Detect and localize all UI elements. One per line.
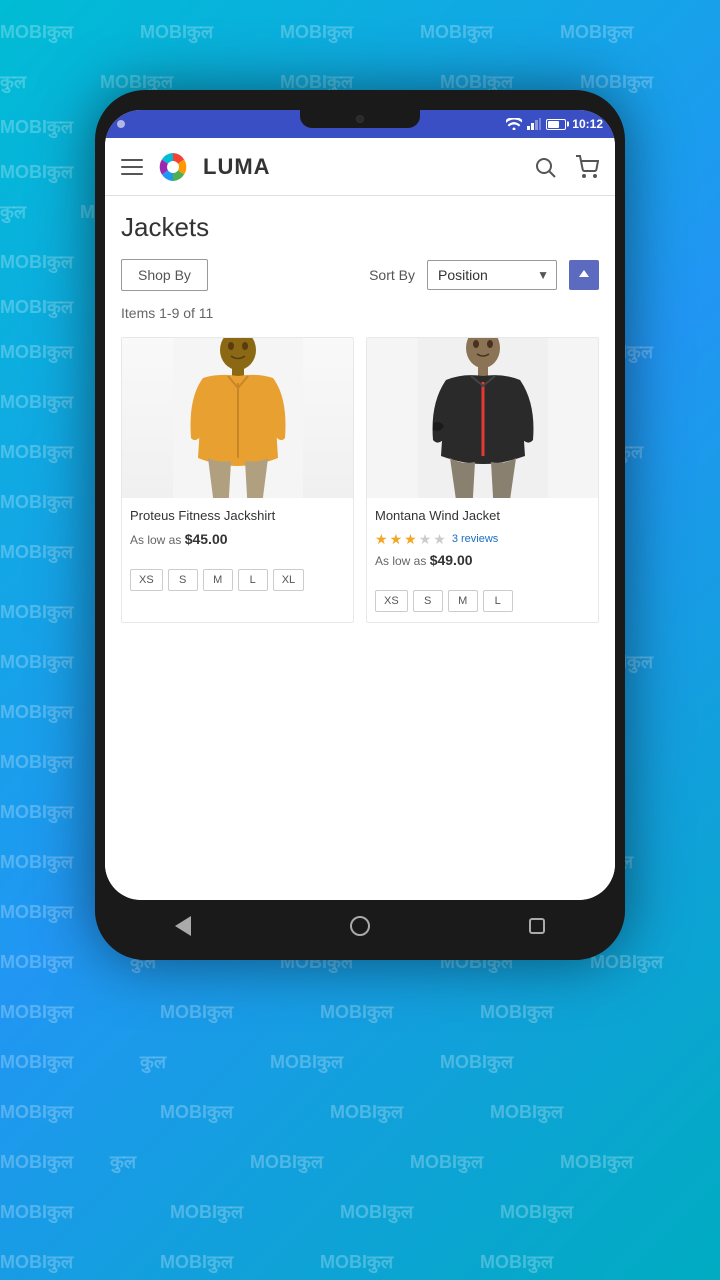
product-card-2[interactable]: Montana Wind Jacket ★ ★ ★ ★ ★ 3 reviews … xyxy=(366,337,599,623)
product-card-1[interactable]: Proteus Fitness Jackshirt As low as $45.… xyxy=(121,337,354,623)
product-image-2 xyxy=(367,338,598,498)
phone-screen: 10:12 xyxy=(105,110,615,900)
phone-nav-bar xyxy=(95,900,625,960)
nav-recents-button[interactable] xyxy=(517,911,557,941)
star-2: ★ xyxy=(390,531,403,548)
sort-select[interactable]: Position Product Name Price xyxy=(427,260,557,290)
price-value-1: $45.00 xyxy=(185,531,228,547)
shop-by-button[interactable]: Shop By xyxy=(121,259,208,291)
product-image-1 xyxy=(122,338,353,498)
product-name-2: Montana Wind Jacket xyxy=(375,508,590,525)
star-5: ★ xyxy=(433,531,446,548)
phone-notch xyxy=(300,110,420,128)
star-3: ★ xyxy=(404,531,417,548)
sort-direction-button[interactable] xyxy=(569,260,599,290)
wifi-icon xyxy=(506,118,522,130)
product-silhouette-2 xyxy=(418,338,548,498)
sort-asc-icon xyxy=(576,267,592,283)
product-name-1: Proteus Fitness Jackshirt xyxy=(130,508,345,525)
camera xyxy=(356,115,364,123)
phone-frame: 10:12 xyxy=(95,90,625,960)
size-xl-1[interactable]: XL xyxy=(273,569,304,591)
rating-stars: ★ ★ ★ ★ ★ 3 reviews xyxy=(375,531,590,548)
price-prefix-1: As low as xyxy=(130,533,181,547)
status-time: 10:12 xyxy=(572,117,603,131)
cart-icon[interactable] xyxy=(575,155,599,179)
status-indicator xyxy=(117,120,125,128)
items-count: Items 1-9 of 11 xyxy=(121,305,599,321)
size-m-2[interactable]: M xyxy=(448,590,478,612)
content-area: Jackets Shop By Sort By Position Product… xyxy=(105,196,615,900)
size-s-1[interactable]: S xyxy=(168,569,198,591)
sort-by-label: Sort By xyxy=(369,267,415,283)
product-price-1: As low as $45.00 xyxy=(130,531,345,547)
product-info-1: Proteus Fitness Jackshirt As low as $45.… xyxy=(122,498,353,561)
size-l-1[interactable]: L xyxy=(238,569,268,591)
filter-sort-row: Shop By Sort By Position Product Name Pr… xyxy=(121,259,599,291)
size-options-2: XS S M L xyxy=(367,590,598,622)
star-1: ★ xyxy=(375,531,388,548)
price-value-2: $49.00 xyxy=(430,552,473,568)
size-m-1[interactable]: M xyxy=(203,569,233,591)
price-prefix-2: As low as xyxy=(375,554,426,568)
sort-select-wrapper: Position Product Name Price ▼ xyxy=(427,260,557,290)
battery-icon xyxy=(546,119,566,130)
size-s-2[interactable]: S xyxy=(413,590,443,612)
product-price-2: As low as $49.00 xyxy=(375,552,590,568)
header-left: LUMA xyxy=(121,149,271,185)
review-count[interactable]: 3 reviews xyxy=(452,533,498,545)
header-right xyxy=(533,155,599,179)
signal-icon xyxy=(527,118,541,130)
search-icon[interactable] xyxy=(533,155,557,179)
product-silhouette-1 xyxy=(173,338,303,498)
nav-home-button[interactable] xyxy=(340,911,380,941)
product-grid: Proteus Fitness Jackshirt As low as $45.… xyxy=(121,337,599,623)
luma-logo xyxy=(155,149,191,185)
size-options-1: XS S M L XL xyxy=(122,569,353,601)
size-l-2[interactable]: L xyxy=(483,590,513,612)
page-title: Jackets xyxy=(121,212,599,243)
product-info-2: Montana Wind Jacket ★ ★ ★ ★ ★ 3 reviews … xyxy=(367,498,598,582)
menu-icon[interactable] xyxy=(121,159,143,175)
size-xs-2[interactable]: XS xyxy=(375,590,408,612)
size-xs-1[interactable]: XS xyxy=(130,569,163,591)
status-right: 10:12 xyxy=(506,117,603,131)
nav-back-button[interactable] xyxy=(163,911,203,941)
app-name: LUMA xyxy=(203,154,271,180)
app-header: LUMA xyxy=(105,138,615,196)
star-4: ★ xyxy=(419,531,432,548)
